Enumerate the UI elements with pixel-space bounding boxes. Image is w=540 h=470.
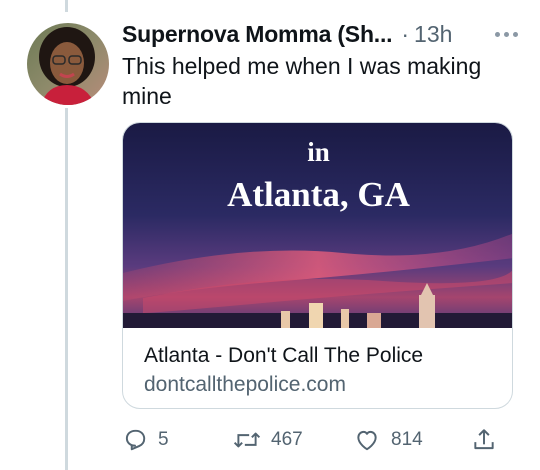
display-name[interactable]: Supernova Momma (Sh... <box>122 21 393 48</box>
like-button[interactable]: 814 <box>353 424 423 456</box>
timestamp[interactable]: 13h <box>414 21 452 48</box>
reply-icon <box>125 429 146 451</box>
card-image: in Atlanta, GA <box>123 123 512 328</box>
heart-icon <box>357 430 377 451</box>
reply-button[interactable]: 5 <box>122 424 169 456</box>
card-domain[interactable]: dontcallthepolice.com <box>144 373 346 397</box>
separator-dot: · <box>401 20 410 47</box>
thread-line <box>65 108 68 470</box>
avatar[interactable] <box>27 23 109 105</box>
link-card[interactable]: in Atlanta, GA Atlanta - Don't Call The … <box>122 122 513 409</box>
tweet-actions: 5 467 814 <box>122 424 513 456</box>
card-image-text-line1: in <box>307 137 330 167</box>
retweet-icon <box>233 432 261 448</box>
card-image-text-line2: Atlanta, GA <box>227 175 410 214</box>
tweet-header: Supernova Momma (Sh... · 13h <box>122 18 518 50</box>
card-title[interactable]: Atlanta - Don't Call The Police <box>144 344 423 368</box>
tweet-text: This helped me when I was making mine <box>122 53 482 109</box>
reply-count: 5 <box>158 429 169 450</box>
more-dots-icon[interactable] <box>489 26 518 43</box>
share-icon <box>474 429 494 450</box>
retweet-button[interactable]: 467 <box>233 424 303 456</box>
retweet-count: 467 <box>271 429 303 450</box>
like-count: 814 <box>391 429 423 450</box>
share-button[interactable] <box>471 424 497 456</box>
thread-line-top <box>65 0 68 12</box>
